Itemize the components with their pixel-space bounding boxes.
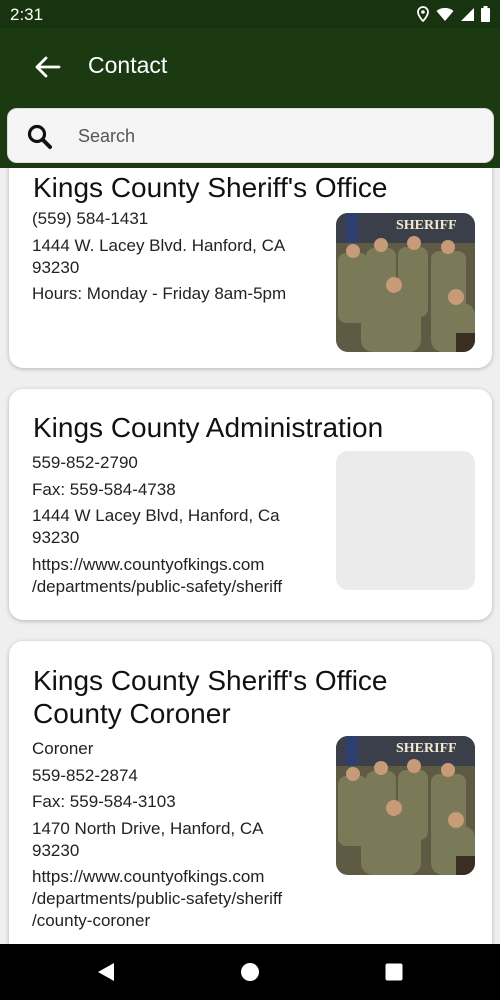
system-nav-bar <box>0 944 500 1000</box>
card-address: 1470 North Drive, Hanford, CA <box>32 818 264 838</box>
card-details: Coroner 559-852-2874 Fax: 559-584-3103 1… <box>32 738 332 937</box>
card-fax: Fax: 559-584-4738 <box>32 479 176 499</box>
svg-text:SHERIFF: SHERIFF <box>396 741 457 756</box>
nav-back-button[interactable] <box>94 960 118 984</box>
search-icon <box>27 124 52 149</box>
contact-card-coroner[interactable]: Kings County Sheriff's Office County Cor… <box>9 641 492 944</box>
card-website-cont[interactable]: /departments/public-safety/sheriff <box>32 888 332 910</box>
card-details: (559) 584-1431 1444 W. Lacey Blvd. Hanfo… <box>32 208 332 310</box>
status-bar: 2:31 <box>0 0 500 28</box>
card-website-cont[interactable]: /departments/public-safety/sheriff <box>32 576 332 598</box>
card-department: Coroner <box>32 739 94 758</box>
card-title-line-1: Kings County Sheriff's Office <box>33 665 388 696</box>
back-icon <box>98 963 114 981</box>
svg-text:SHERIFF: SHERIFF <box>396 218 457 233</box>
battery-icon <box>481 6 490 22</box>
card-details: 559-852-2790 Fax: 559-584-4738 1444 W La… <box>32 452 332 602</box>
card-phone[interactable]: (559) 584-1431 <box>32 208 332 230</box>
sheriff-group-photo-icon: SHERIFF <box>336 213 475 352</box>
location-icon <box>417 6 429 22</box>
back-button[interactable] <box>30 50 64 84</box>
contact-card-sheriff[interactable]: Kings County Sheriff's Office (559) 584-… <box>9 168 492 368</box>
contact-list: Kings County Sheriff's Office (559) 584-… <box>0 168 500 944</box>
signal-icon <box>461 7 474 21</box>
card-phone[interactable]: 559-852-2874 <box>32 765 332 787</box>
card-address-zip: 93230 <box>32 840 80 860</box>
nav-recents-button[interactable] <box>382 960 406 984</box>
card-website[interactable]: https://www.countyofkings.com <box>32 554 332 576</box>
card-title: Kings County Administration <box>33 412 384 443</box>
card-title-line-2: County Coroner <box>33 698 231 729</box>
sheriff-photo: SHERIFF <box>336 736 475 875</box>
status-time: 2:31 <box>10 5 44 24</box>
sheriff-group-photo-icon: SHERIFF <box>336 736 475 875</box>
arrow-left-icon <box>35 56 61 78</box>
home-icon <box>241 963 259 981</box>
search-input[interactable] <box>78 123 458 149</box>
recents-icon <box>385 963 403 981</box>
card-address-zip: 93230 <box>32 528 80 547</box>
search-bar[interactable] <box>7 108 494 163</box>
card-address-zip: 93230 <box>32 257 80 277</box>
card-title: Kings County Sheriff's Office County Cor… <box>33 664 387 730</box>
card-website-cont-2[interactable]: /county-coroner <box>32 910 332 932</box>
page-title: Contact <box>88 52 168 78</box>
contact-card-administration[interactable]: Kings County Administration 559-852-2790… <box>9 389 492 620</box>
status-icons <box>416 6 490 22</box>
sheriff-photo: SHERIFF <box>336 213 475 352</box>
wifi-icon <box>436 7 454 21</box>
card-address: 1444 W. Lacey Blvd. Hanford, CA <box>32 235 286 255</box>
card-website[interactable]: https://www.countyofkings.com <box>32 866 332 888</box>
card-hours: Hours: Monday - Friday 8am-5pm <box>32 284 287 303</box>
card-fax: Fax: 559-584-3103 <box>32 792 176 811</box>
image-placeholder <box>336 451 475 590</box>
card-phone[interactable]: 559-852-2790 <box>32 452 332 474</box>
nav-home-button[interactable] <box>238 960 262 984</box>
card-address: 1444 W Lacey Blvd, Hanford, Ca <box>32 506 280 525</box>
card-title: Kings County Sheriff's Office <box>33 172 388 203</box>
